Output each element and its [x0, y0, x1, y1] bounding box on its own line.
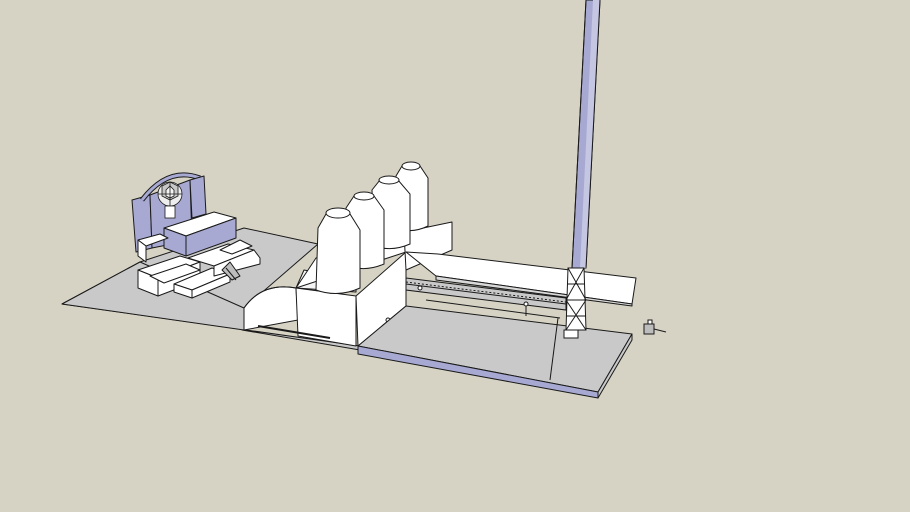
silos	[315, 161, 429, 294]
model-canvas[interactable]	[0, 0, 910, 512]
lattice-tower	[563, 267, 587, 339]
3d-model-viewport[interactable]	[0, 0, 910, 512]
model-origin-marker	[643, 319, 667, 335]
chimney	[571, 0, 601, 269]
